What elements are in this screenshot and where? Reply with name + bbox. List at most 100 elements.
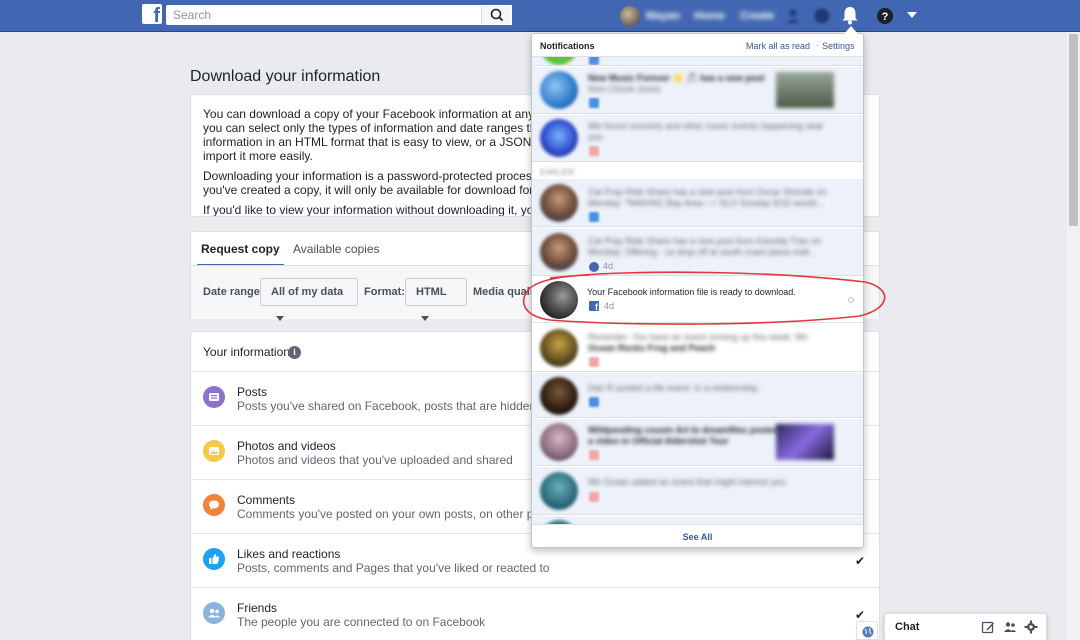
notification-text: you xyxy=(588,132,603,142)
info-row-description: Photos and videos that you've uploaded a… xyxy=(237,453,513,467)
notification-avatar xyxy=(540,472,578,510)
notification-text: a video in Official Aldershot Tour xyxy=(588,436,729,446)
info-row-description: Posts, comments and Pages that you've li… xyxy=(237,561,550,575)
notification-item[interactable]: We found concerts and other music events… xyxy=(532,115,863,162)
notification-text: Reminder: You have an event coming up th… xyxy=(588,332,808,342)
info-row-title: Photos and videos xyxy=(237,439,336,453)
notification-item[interactable]: Wildpending cousin Art to dreamfiles pos… xyxy=(532,419,863,466)
format-label: Format: xyxy=(364,286,405,298)
notification-item-download-ready[interactable]: Your Facebook information file is ready … xyxy=(532,277,863,323)
notification-avatar xyxy=(540,57,578,65)
friend-requests-icon[interactable] xyxy=(786,7,804,25)
svg-text:?: ? xyxy=(882,11,889,23)
top-navigation-bar: f Mayan Home Create ? xyxy=(0,0,1080,32)
page-scrollbar-thumb[interactable] xyxy=(1069,34,1078,226)
info-icon[interactable]: i xyxy=(288,346,301,359)
info-row-friends[interactable]: Friends The people you are connected to … xyxy=(191,587,879,640)
checkmark-icon[interactable]: ✔ xyxy=(855,608,865,622)
notification-avatar xyxy=(540,233,578,271)
notification-item[interactable]: Cat Pray Ride Share has a new post from … xyxy=(532,179,863,227)
notification-item[interactable] xyxy=(532,57,863,66)
contacts-icon[interactable] xyxy=(1003,620,1017,634)
gear-icon[interactable] xyxy=(1024,620,1038,634)
notification-avatar xyxy=(540,281,578,319)
notification-item[interactable]: Dan R posted a life event: In a relation… xyxy=(532,373,863,418)
info-row-title: Posts xyxy=(237,385,268,399)
profile-name-link[interactable]: Mayan xyxy=(646,10,680,22)
info-row-description: The people you are connected to on Faceb… xyxy=(237,615,486,629)
notifications-dropdown: Notifications Mark all as read · Setting… xyxy=(531,33,864,548)
facebook-icon: f xyxy=(589,301,599,311)
notifications-caret xyxy=(844,26,858,34)
help-icon[interactable]: ? xyxy=(876,7,894,25)
notification-text: Dan R posted a life event: In a relation… xyxy=(588,383,761,393)
account-menu-caret-icon[interactable] xyxy=(907,12,917,18)
notifications-header: Notifications Mark all as read · Setting… xyxy=(532,34,863,57)
your-information-heading: Your information xyxy=(203,345,290,359)
language-globe-button[interactable] xyxy=(856,621,878,640)
messenger-icon[interactable] xyxy=(813,7,831,25)
tab-request-copy[interactable]: Request copy xyxy=(197,242,284,266)
notification-type-icon xyxy=(589,357,599,367)
chat-label: Chat xyxy=(895,621,920,633)
notification-type-icon xyxy=(589,397,599,407)
format-select[interactable]: HTML xyxy=(405,278,467,321)
notification-avatar xyxy=(540,71,578,109)
header-separator: · xyxy=(816,40,819,50)
search-icon xyxy=(490,8,504,22)
search-box xyxy=(166,5,512,25)
group-icon xyxy=(589,262,599,272)
notification-type-icon xyxy=(589,492,599,502)
chevron-down-icon xyxy=(276,315,284,321)
notification-avatar xyxy=(540,184,578,222)
profile-avatar[interactable] xyxy=(620,6,640,26)
notification-item[interactable]: New Music Forever 🌟 🎵 has a new post fro… xyxy=(532,67,863,114)
notification-text: from Chunk Jonez xyxy=(588,84,662,94)
notification-thumbnail xyxy=(776,424,834,460)
notification-text: Monday: Offering - ca drop off at south … xyxy=(588,247,817,257)
notification-time: 4d xyxy=(603,261,614,271)
notification-item[interactable]: Reminder: You have an event coming up th… xyxy=(532,324,863,372)
notification-text: Ocean Rocks Frog and Peach xyxy=(588,343,716,353)
chevron-down-icon xyxy=(421,315,429,321)
photos-icon xyxy=(203,440,225,462)
page-title: Download your information xyxy=(190,68,381,85)
notification-text: Cat Pray Ride Share has a new post from … xyxy=(588,187,827,197)
notification-text: New Music Forever 🌟 🎵 has a new post xyxy=(588,73,765,83)
notification-item[interactable]: Cat Pray Ride Share has a new post from … xyxy=(532,228,863,276)
date-range-value: All of my data xyxy=(271,286,344,298)
notification-type-icon xyxy=(589,212,599,222)
search-input[interactable] xyxy=(167,6,477,24)
notifications-footer: See All xyxy=(532,524,863,547)
notification-avatar xyxy=(540,119,578,157)
date-range-select[interactable]: All of my data xyxy=(260,278,358,321)
search-button[interactable] xyxy=(481,6,511,24)
earlier-section-label: EARLIER xyxy=(540,168,575,177)
notification-thumbnail xyxy=(776,72,834,108)
notification-type-icon xyxy=(589,146,599,156)
mark-as-read-dot[interactable] xyxy=(848,297,854,303)
notification-item[interactable]: 9th Ocean added an event that might inte… xyxy=(532,467,863,515)
see-all-link[interactable]: See All xyxy=(683,532,713,542)
chat-bar[interactable]: Chat xyxy=(884,613,1047,640)
new-message-icon[interactable] xyxy=(981,620,995,634)
notification-type-icon xyxy=(589,98,599,108)
tab-available-copies[interactable]: Available copies xyxy=(289,242,384,256)
format-value: HTML xyxy=(416,286,447,298)
notifications-title: Notifications xyxy=(540,41,595,51)
info-row-title: Likes and reactions xyxy=(237,547,341,561)
facebook-logo-icon[interactable]: f xyxy=(142,4,162,24)
notification-time: 4d xyxy=(604,301,615,311)
mark-all-read-link[interactable]: Mark all as read xyxy=(746,41,810,51)
notification-text: 9th Ocean added an event that might inte… xyxy=(588,477,788,487)
home-link[interactable]: Home xyxy=(694,10,725,22)
info-row-title: Comments xyxy=(237,493,296,507)
notification-type-icon xyxy=(589,57,599,65)
friends-icon xyxy=(203,602,225,624)
notification-text: Cat Pray Ride Share has a new post from … xyxy=(588,236,822,246)
notification-text: Wildpending cousin Art to dreamfiles pos… xyxy=(588,425,780,435)
create-link[interactable]: Create xyxy=(740,10,774,22)
notification-type-icon xyxy=(589,450,599,460)
notification-settings-link[interactable]: Settings xyxy=(822,41,855,51)
checkmark-icon[interactable]: ✔ xyxy=(855,554,865,568)
